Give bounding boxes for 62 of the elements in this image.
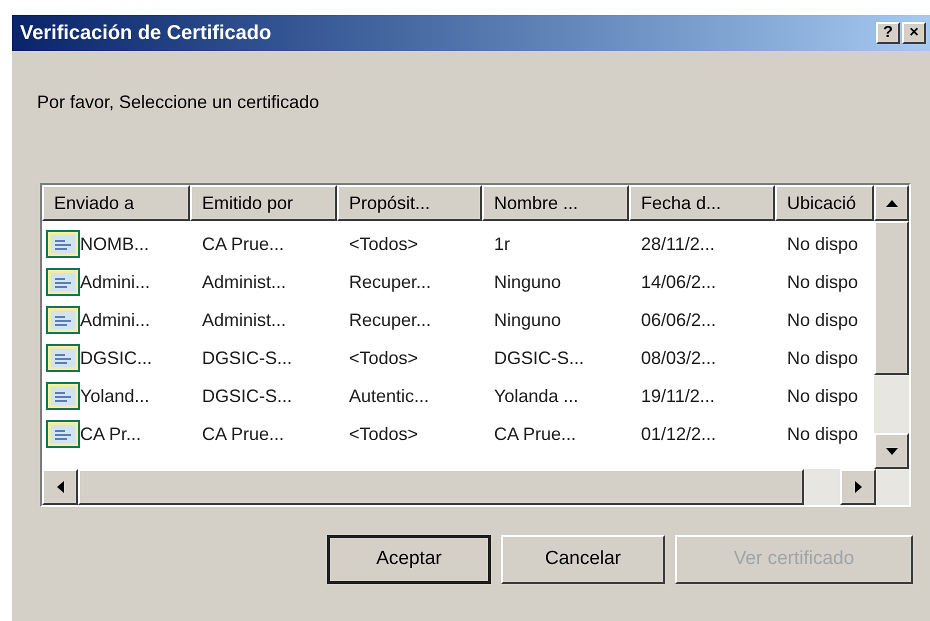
certificate-icon <box>46 420 80 448</box>
table-cell-text: No dispo <box>787 232 858 256</box>
table-cell-text: Admini... <box>80 308 150 332</box>
table-cell-text: <Todos> <box>349 346 418 370</box>
column-header[interactable]: Enviado a <box>42 185 190 221</box>
table-cell-text: No dispo <box>787 422 858 446</box>
certificate-icon <box>46 268 80 296</box>
table-cell-text: DGSIC-S... <box>202 384 292 408</box>
table-cell-text: Admini... <box>80 270 150 294</box>
scroll-thumb[interactable] <box>78 469 804 505</box>
window-title: Verificación de Certificado <box>20 21 272 46</box>
table-cell-text: Yoland... <box>80 384 150 408</box>
certificate-icon <box>46 344 80 372</box>
table-cell-text: DGSIC... <box>80 346 152 370</box>
table-cell-text: No dispo <box>787 270 858 294</box>
scroll-down-arrow-icon[interactable] <box>886 448 898 454</box>
table-cell-text: NOMB... <box>80 232 150 256</box>
table-cell-text: Administ... <box>202 270 286 294</box>
table-cell-text: 1r <box>494 232 510 256</box>
table-cell-text: CA Prue... <box>494 422 576 446</box>
table-cell-text: Yolanda ... <box>494 384 578 408</box>
certificate-icon <box>46 306 80 334</box>
column-header[interactable]: Nombre ... <box>482 185 629 221</box>
column-header[interactable]: Propósit... <box>337 185 482 221</box>
table-cell-text: 14/06/2... <box>641 270 716 294</box>
horizontal-scrollbar[interactable] <box>42 469 909 505</box>
table-cell-text: 01/12/2... <box>641 422 716 446</box>
table-cell-text: DGSIC-S... <box>202 346 292 370</box>
table-cell-text: 08/03/2... <box>641 346 716 370</box>
help-button[interactable]: ? <box>876 22 900 44</box>
scroll-left-arrow-icon[interactable] <box>56 481 64 493</box>
table-cell-text: Recuper... <box>349 270 432 294</box>
table-cell-text: Ninguno <box>494 308 562 332</box>
prompt-text: Por favor, Seleccione un certificado <box>37 91 320 114</box>
table-cell-text: Recuper... <box>349 308 432 332</box>
scroll-right-arrow-icon[interactable] <box>854 481 862 493</box>
table-cell-text: CA Pr... <box>80 422 142 446</box>
scroll-thumb[interactable] <box>874 221 909 375</box>
table-cell-text: Administ... <box>202 308 286 332</box>
table-cell-text: Ninguno <box>494 270 562 294</box>
cancel-button[interactable]: Cancelar <box>501 535 665 584</box>
table-cell-text: Autentic... <box>349 384 430 408</box>
table-cell-text: <Todos> <box>349 422 418 446</box>
close-button[interactable]: × <box>902 22 926 44</box>
certificate-icon <box>46 230 80 258</box>
table-cell-text: 28/11/2... <box>641 232 715 256</box>
table-cell-text: CA Prue... <box>202 422 284 446</box>
column-header[interactable]: Emitido por <box>190 185 337 221</box>
accept-button[interactable]: Aceptar <box>327 535 491 584</box>
table-cell-text: <Todos> <box>349 232 418 256</box>
certificate-icon <box>46 382 80 410</box>
table-cell-text: No dispo <box>787 384 858 408</box>
vertical-scrollbar[interactable] <box>874 221 909 469</box>
column-header[interactable]: Fecha d... <box>629 185 775 221</box>
table-cell-text: No dispo <box>787 308 858 332</box>
table-cell-text: 06/06/2... <box>641 308 716 332</box>
table-cell-text: 19/11/2... <box>641 384 715 408</box>
table-cell-text: CA Prue... <box>202 232 284 256</box>
scroll-up-arrow-icon[interactable] <box>886 200 898 206</box>
column-header[interactable]: Ubicació <box>775 185 874 221</box>
table-cell-text: DGSIC-S... <box>494 346 584 370</box>
table-cell-text: No dispo <box>787 346 858 370</box>
